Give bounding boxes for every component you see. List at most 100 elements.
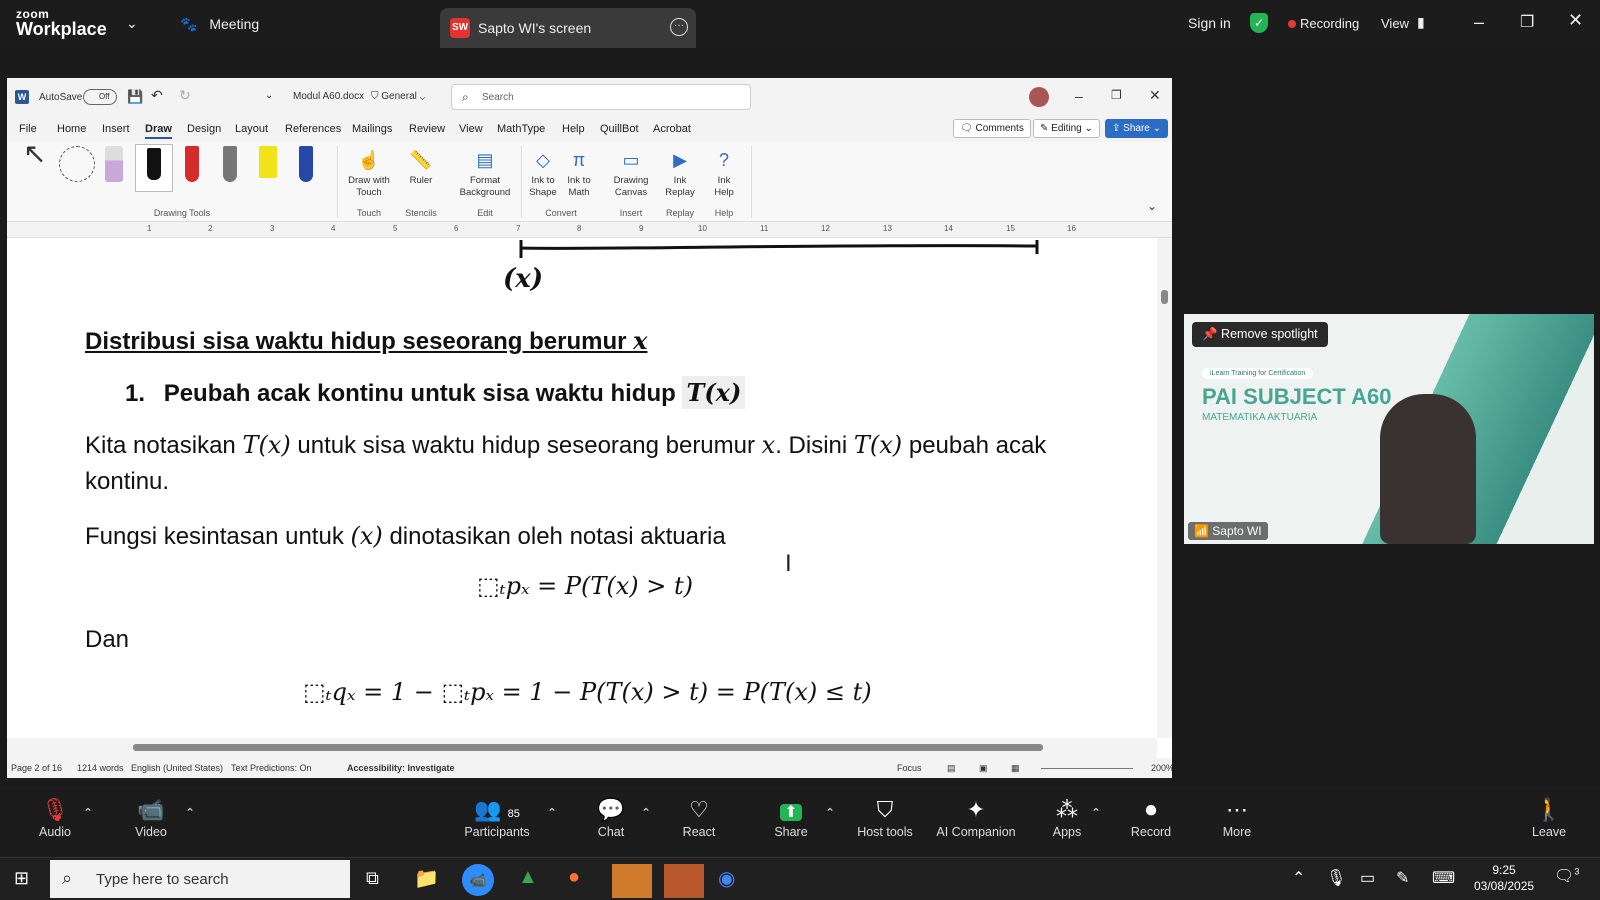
teams-icon[interactable] [664,864,704,898]
display-icon[interactable]: ▭ [1360,868,1375,888]
eraser-icon[interactable] [105,146,123,182]
zoom-slider[interactable] [1041,768,1133,769]
word-close-icon[interactable]: ✕ [1149,87,1161,104]
page-count[interactable]: Page 2 of 16 [11,763,62,773]
meeting-tab[interactable]: 🐾 Meeting [180,16,259,33]
select-tool-icon[interactable]: ↖ [23,140,46,168]
tab-review[interactable]: Review [409,123,445,135]
comments-button[interactable]: 🗨 Comments [953,119,1031,138]
taskbar-search-box[interactable]: ⌕ Type here to search [50,860,350,898]
ai-companion-button[interactable]: ✦ AI Companion [926,795,1026,839]
tab-home[interactable]: Home [57,123,86,135]
accessibility-checker[interactable]: Accessibility: Investigate [347,763,455,773]
horizontal-scrollbar[interactable] [7,738,1157,758]
read-mode-icon[interactable]: ▤ [947,763,956,774]
tab-design[interactable]: Design [187,123,221,135]
leave-button[interactable]: 🚶 Leave [1504,795,1594,839]
lasso-tool-icon[interactable] [59,146,95,182]
pen-red-icon[interactable] [185,146,199,182]
video-options-chevron-icon[interactable]: ⌃ [182,805,198,820]
file-explorer-icon[interactable]: 📁 [414,866,439,891]
ink-to-shape-button[interactable]: ◇ Ink to Shape [527,148,559,199]
view-layout-icon[interactable]: ▮ [1417,14,1425,31]
vertical-scrollbar[interactable] [1157,238,1172,738]
apps-options-chevron-icon[interactable]: ⌃ [1088,805,1104,820]
tab-mailings[interactable]: Mailings [352,123,392,135]
format-background-button[interactable]: ▤ Format Background [453,148,517,199]
tab-layout[interactable]: Layout [235,123,268,135]
ink-to-math-button[interactable]: π Ink to Math [563,148,595,199]
undo-icon[interactable]: ↶ [151,87,163,104]
word-restore-icon[interactable]: ❐ [1111,88,1122,102]
remove-spotlight-button[interactable]: 📌 Remove spotlight [1192,322,1328,347]
tab-mathtype[interactable]: MathType [497,123,545,135]
spotlight-video-tile[interactable]: 📌 Remove spotlight iLearn Training for C… [1184,314,1594,544]
highlighter-yellow-icon[interactable] [259,146,277,178]
tab-view[interactable]: View [459,123,483,135]
restore-icon[interactable]: ❐ [1520,12,1534,32]
share-button[interactable]: ⇪ Share ⌄ [1105,119,1169,138]
sensitivity-label[interactable]: ⛉ General ⌄ [371,91,425,102]
autosave-toggle[interactable]: Off [83,89,117,105]
firefox-icon[interactable]: ● [568,866,580,889]
notifications-icon[interactable]: 🗨3 [1554,866,1579,886]
ink-replay-button[interactable]: ▶ Ink Replay [663,148,697,199]
redo-icon[interactable]: ↻ [179,87,191,104]
keyboard-icon[interactable]: ⌨ [1432,868,1455,888]
text-predictions-indicator[interactable]: Text Predictions: On [231,763,312,773]
microphone-icon[interactable]: 🎙 [1326,868,1346,888]
chat-options-chevron-icon[interactable]: ⌃ [638,805,654,820]
word-count[interactable]: 1214 words [77,763,124,773]
share-options-chevron-icon[interactable]: ⌃ [822,805,838,820]
google-drive-icon[interactable]: ▲ [518,866,538,889]
close-icon[interactable]: ✕ [1568,10,1583,31]
print-layout-icon[interactable]: ▣ [979,763,988,774]
zoom-app-icon[interactable]: 📹 [462,864,494,896]
task-view-icon[interactable]: ⧉ [366,868,379,889]
word-minimize-icon[interactable]: – [1075,88,1083,104]
chrome-icon[interactable]: ◉ [718,866,735,891]
document-name[interactable]: Modul A60.docx [293,91,364,102]
view-button[interactable]: View [1381,16,1409,31]
react-button[interactable]: ♡ React [654,795,744,839]
pen-black-selected[interactable] [135,144,173,192]
tab-help[interactable]: Help [562,123,585,135]
horizontal-ruler[interactable]: 1 2 3 4 5 6 7 8 9 10 11 12 13 14 15 16 [7,222,1172,238]
word-search-box[interactable]: ⌕ Search [451,84,751,110]
pencil-gray-icon[interactable] [223,146,237,182]
tab-quillbot[interactable]: QuillBot [600,123,639,135]
horizontal-scroll-thumb[interactable] [133,744,1043,751]
minimize-icon[interactable]: – [1474,12,1484,33]
chevron-down-icon[interactable]: ⌄ [126,15,138,32]
tab-acrobat[interactable]: Acrobat [653,123,691,135]
more-options-icon[interactable]: ··· [670,18,688,36]
hidden-icons-chevron-icon[interactable]: ⌃ [1292,868,1305,888]
avatar[interactable] [1029,87,1049,107]
participants-button[interactable]: 👥 85 Participants [452,795,542,839]
host-tools-button[interactable]: ⛉ Host tools [840,795,930,839]
sign-in-button[interactable]: Sign in [1188,15,1231,31]
shield-check-icon[interactable]: ✓ [1250,13,1268,33]
ink-help-button[interactable]: ? Ink Help [709,148,739,199]
tab-draw[interactable]: Draw [145,123,172,139]
tab-references[interactable]: References [285,123,341,135]
pen-galaxy-icon[interactable] [299,146,313,182]
language-indicator[interactable]: English (United States) [131,763,223,773]
ribbon-collapse-icon[interactable]: ⌄ [1147,200,1157,212]
recording-indicator[interactable]: Recording [1300,16,1359,31]
document-canvas[interactable]: (x) Distribusi sisa waktu hidup seseoran… [7,238,1157,738]
windows-start-icon[interactable]: ⊞ [14,868,29,889]
pen-icon[interactable]: ✎ [1396,868,1409,888]
vertical-scroll-thumb[interactable] [1161,290,1168,304]
tab-file[interactable]: File [19,123,37,135]
editing-mode-button[interactable]: ✎ Editing ⌄ [1033,119,1100,138]
participants-options-chevron-icon[interactable]: ⌃ [544,805,560,820]
record-button[interactable]: ⏺ Record [1106,795,1196,839]
web-layout-icon[interactable]: ▦ [1011,763,1020,774]
system-clock[interactable]: 9:25 03/08/2025 [1474,862,1534,894]
focus-mode-button[interactable]: Focus [897,763,922,773]
tab-insert[interactable]: Insert [102,123,130,135]
outlook-icon[interactable] [612,864,652,898]
customize-qat-icon[interactable]: ⌄ [265,90,273,101]
audio-options-chevron-icon[interactable]: ⌃ [80,805,96,820]
